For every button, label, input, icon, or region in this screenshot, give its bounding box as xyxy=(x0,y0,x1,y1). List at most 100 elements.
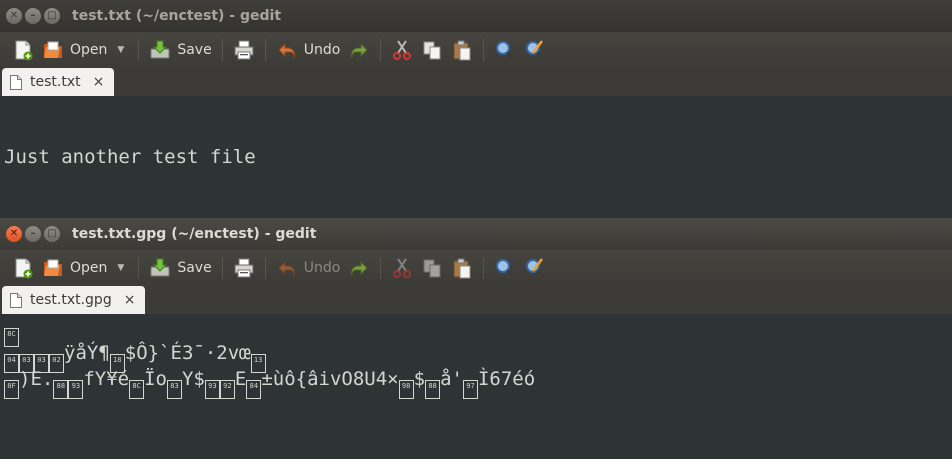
toolbar-separator xyxy=(380,257,382,279)
close-window-button[interactable]: ✕ xyxy=(6,226,22,242)
text-run: E xyxy=(234,368,247,390)
cut-icon xyxy=(391,39,413,61)
new-document-icon xyxy=(12,257,34,279)
window-controls: ✕ – □ xyxy=(6,8,72,24)
document-icon xyxy=(10,74,22,90)
tab-test-txt-gpg[interactable]: test.txt.gpg × xyxy=(2,286,146,314)
toolbar: Open ▼ Save Undo xyxy=(0,32,952,68)
maximize-window-button[interactable]: □ xyxy=(44,226,60,242)
save-button[interactable]: Save xyxy=(145,253,215,283)
unprintable-byte-glyph: 88 xyxy=(53,380,69,399)
save-label: Save xyxy=(177,42,212,58)
copy-icon xyxy=(421,39,443,61)
find-replace-button[interactable] xyxy=(520,35,550,65)
open-label: Open xyxy=(70,260,108,276)
copy-icon xyxy=(421,257,443,279)
find-replace-icon xyxy=(524,39,546,61)
paste-button[interactable] xyxy=(447,35,477,65)
redo-button[interactable] xyxy=(344,253,374,283)
print-icon xyxy=(233,39,255,61)
text-run: å' xyxy=(440,368,463,390)
title-bar[interactable]: ✕ – □ test.txt.gpg (~/enctest) - gedit xyxy=(0,218,952,250)
unprintable-byte-glyph: 8C xyxy=(129,380,145,399)
open-button[interactable]: Open ▼ xyxy=(38,253,132,283)
toolbar: Open ▼ Save Undo xyxy=(0,250,952,286)
new-button[interactable] xyxy=(8,253,38,283)
save-icon xyxy=(149,39,171,61)
text-run: )E. xyxy=(19,368,54,390)
window-controls: ✕ – □ xyxy=(6,226,72,242)
find-replace-button[interactable] xyxy=(520,253,550,283)
toolbar-separator xyxy=(264,257,266,279)
copy-button[interactable] xyxy=(417,35,447,65)
tab-test-txt[interactable]: test.txt × xyxy=(2,68,115,96)
editor-line: 04 03 03 02 ÿåÝ¶ 18 $Ô}`É3¯·2vœ 13 xyxy=(4,340,952,373)
maximize-window-button[interactable]: □ xyxy=(44,8,60,24)
toolbar-separator xyxy=(221,39,223,61)
toolbar-separator xyxy=(264,39,266,61)
find-icon xyxy=(494,39,516,61)
print-button[interactable] xyxy=(229,35,259,65)
save-button[interactable]: Save xyxy=(145,35,215,65)
redo-button[interactable] xyxy=(344,35,374,65)
undo-icon xyxy=(276,257,298,279)
minimize-window-button[interactable]: – xyxy=(25,8,41,24)
open-button[interactable]: Open ▼ xyxy=(38,35,132,65)
text-editor[interactable]: 8C 04 03 03 02 ÿåÝ¶ 18 $Ô}`É3¯·2vœ 13 8F)E. 88 93 fY… xyxy=(0,314,952,459)
unprintable-byte-glyph: 93 xyxy=(68,380,84,399)
cut-button[interactable] xyxy=(387,253,417,283)
close-tab-icon[interactable]: × xyxy=(93,74,105,90)
find-icon xyxy=(494,257,516,279)
gedit-window-encrypted: ✕ – □ test.txt.gpg (~/enctest) - gedit O… xyxy=(0,218,952,459)
toolbar-separator xyxy=(380,39,382,61)
redo-icon xyxy=(348,257,370,279)
text-run: Ì67éó xyxy=(477,368,536,390)
text-run: $ xyxy=(413,368,426,390)
open-folder-icon xyxy=(42,39,64,61)
save-label: Save xyxy=(177,260,212,276)
open-recent-dropdown-icon[interactable]: ▼ xyxy=(117,263,124,273)
cut-icon xyxy=(391,257,413,279)
paste-button[interactable] xyxy=(447,253,477,283)
document-tabs: test.txt.gpg × xyxy=(0,286,952,314)
text-run: ÿåÝ¶ xyxy=(64,342,110,364)
new-document-icon xyxy=(12,39,34,61)
window-title: test.txt.gpg (~/enctest) - gedit xyxy=(72,226,317,242)
cut-button[interactable] xyxy=(387,35,417,65)
open-label: Open xyxy=(70,42,108,58)
unprintable-byte-glyph: 8F xyxy=(4,380,19,399)
copy-button[interactable] xyxy=(417,253,447,283)
toolbar-separator xyxy=(138,39,140,61)
paste-icon xyxy=(451,39,473,61)
text-run: Ïo xyxy=(144,368,167,390)
print-button[interactable] xyxy=(229,253,259,283)
text-run: $Ô}`É3¯·2vœ xyxy=(124,342,251,364)
editor-line: 8F)E. 88 93 fY¥é 8C Ïo 83 Y$ 93 92 E 84 ±ùô{âivO8U4×… xyxy=(4,366,952,399)
print-icon xyxy=(233,257,255,279)
new-button[interactable] xyxy=(8,35,38,65)
minimize-window-button[interactable]: – xyxy=(25,226,41,242)
toolbar-separator xyxy=(221,257,223,279)
title-bar[interactable]: ✕ – □ test.txt (~/enctest) - gedit xyxy=(0,0,952,32)
tab-label: test.txt.gpg xyxy=(30,292,112,308)
close-window-button[interactable]: ✕ xyxy=(6,8,22,24)
undo-icon xyxy=(276,39,298,61)
text-run: Y$ xyxy=(181,368,205,390)
open-recent-dropdown-icon[interactable]: ▼ xyxy=(117,45,124,55)
undo-button[interactable]: Undo xyxy=(272,35,345,65)
save-icon xyxy=(149,257,171,279)
find-button[interactable] xyxy=(490,253,520,283)
open-folder-icon xyxy=(42,257,64,279)
unprintable-byte-glyph: 92 xyxy=(219,380,235,399)
find-button[interactable] xyxy=(490,35,520,65)
close-tab-icon[interactable]: × xyxy=(124,292,136,308)
text-run: ±ùô{âivO8U4× xyxy=(261,368,399,390)
window-title: test.txt (~/enctest) - gedit xyxy=(72,8,282,24)
undo-button[interactable]: Undo xyxy=(272,253,345,283)
document-tabs: test.txt × xyxy=(0,68,952,96)
unprintable-byte-glyph: 93 xyxy=(204,380,220,399)
paste-icon xyxy=(451,257,473,279)
editor-line: 8C xyxy=(4,314,952,347)
text-editor[interactable]: Just another test file xyxy=(0,96,952,218)
unprintable-byte-glyph: 83 xyxy=(166,380,182,399)
